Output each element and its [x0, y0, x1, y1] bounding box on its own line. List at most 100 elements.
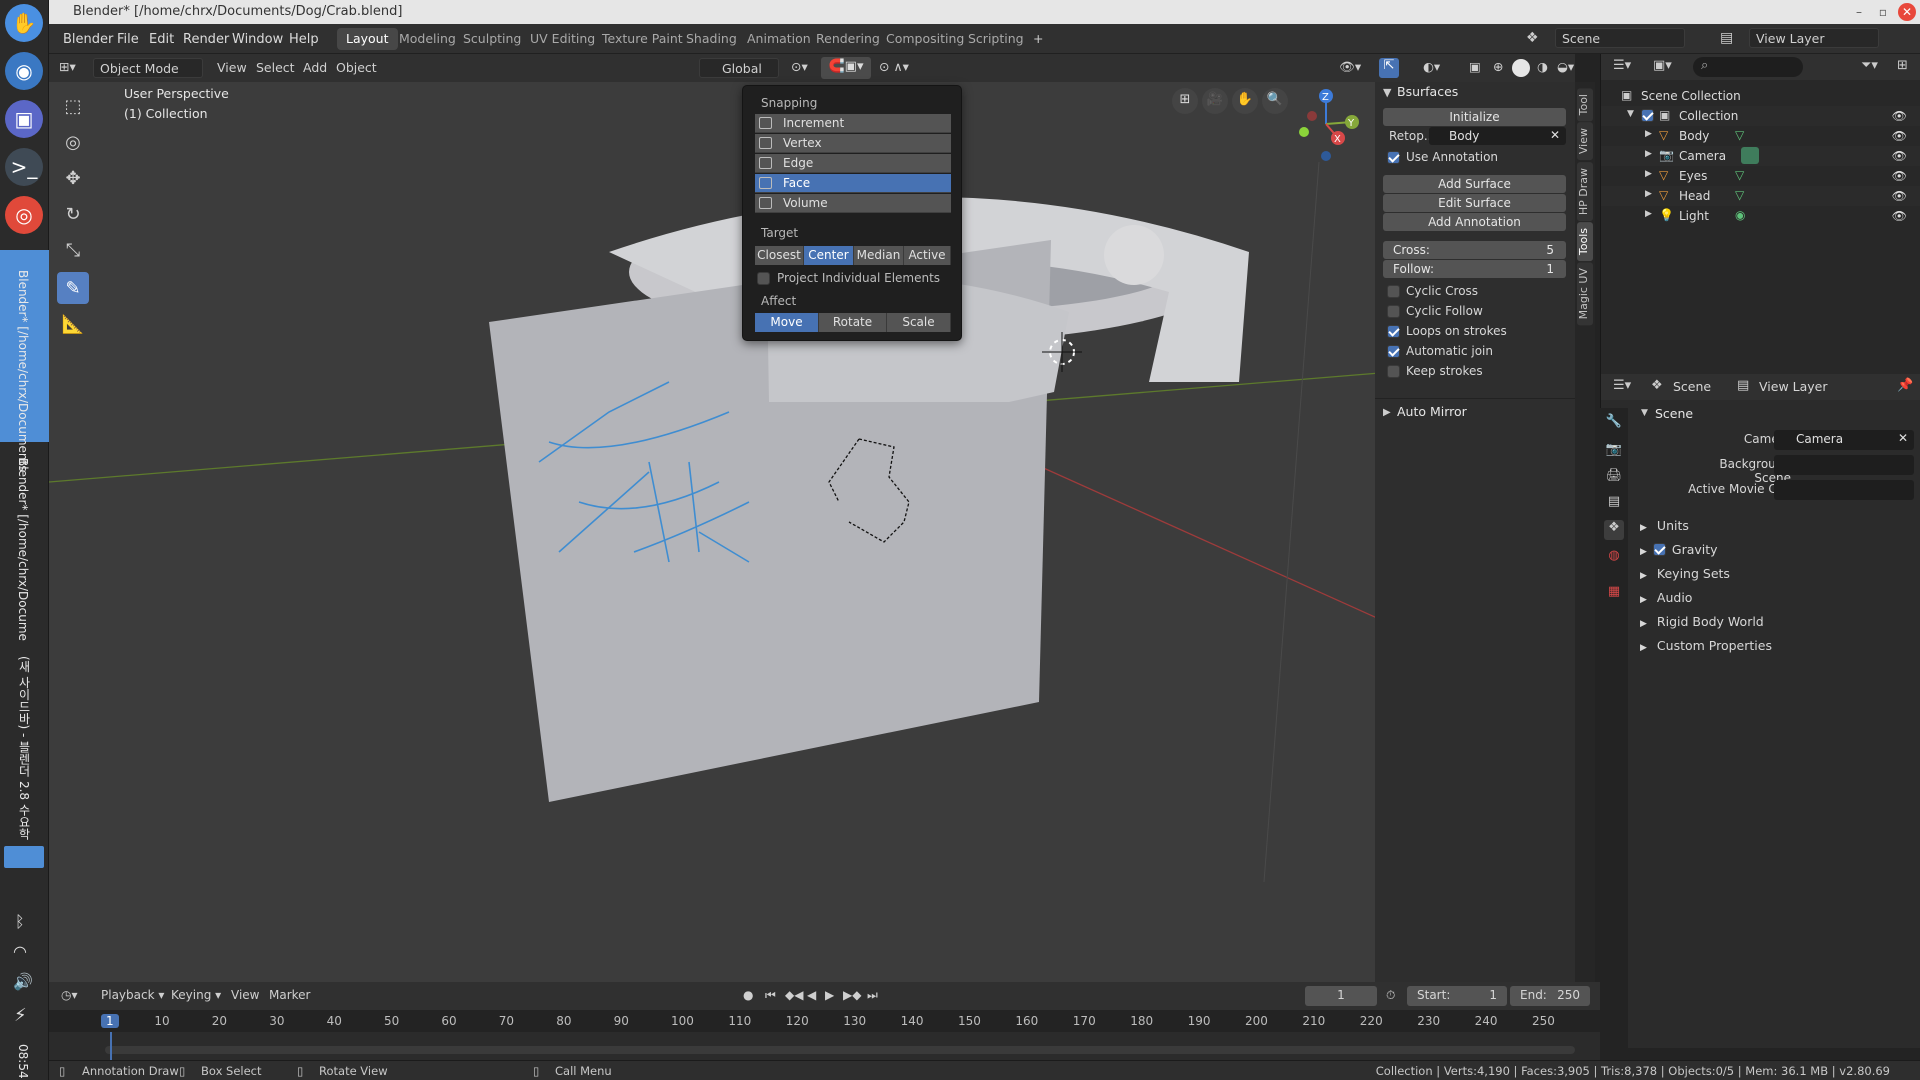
pan-hand-icon[interactable]: ✋	[1232, 88, 1258, 114]
output-tab-icon[interactable]: 🖨	[1604, 468, 1624, 488]
collection-exclude-checkbox[interactable]	[1641, 109, 1654, 122]
auto-mirror-header[interactable]: Auto Mirror	[1397, 404, 1467, 419]
tab-view[interactable]: View	[1577, 122, 1593, 161]
cyclic-cross-checkbox[interactable]	[1387, 285, 1400, 298]
new-collection-icon[interactable]: ⊞	[1897, 58, 1908, 73]
expand-arrow-icon[interactable]: ▶	[1645, 189, 1652, 199]
target-closest[interactable]: Closest	[755, 246, 804, 265]
edit-surface-button[interactable]: Edit Surface	[1383, 194, 1566, 212]
menu-file[interactable]: File	[117, 32, 139, 47]
menu-add[interactable]: Add	[303, 60, 327, 75]
audio-subpanel[interactable]: ▶ Audio	[1640, 590, 1692, 605]
navigation-gizmo[interactable]: Z Y X	[1286, 84, 1366, 168]
target-median[interactable]: Median	[854, 246, 904, 265]
tab-uv-editing[interactable]: UV Editing	[521, 28, 604, 50]
files-app-icon[interactable]: ▣	[5, 100, 43, 138]
transform-orientation-selector[interactable]: Global	[699, 58, 779, 78]
menu-blender[interactable]: Blender	[63, 32, 113, 47]
add-workspace-icon[interactable]: +	[1024, 28, 1052, 50]
tab-shading[interactable]: Shading	[677, 28, 746, 50]
active-movie-clip-field[interactable]	[1774, 480, 1914, 500]
scale-icon[interactable]: ⤡	[57, 234, 89, 266]
taskbar-window-blender[interactable]: Blender* [/home/chrx/Docume	[0, 450, 49, 641]
pivot-point-icon[interactable]: ⊙▾	[791, 59, 808, 74]
record-icon[interactable]: ●	[743, 988, 753, 1002]
xray-icon[interactable]: ▣	[1469, 59, 1481, 74]
render-tab-icon[interactable]: 📷	[1604, 442, 1624, 462]
eye-icon[interactable]: 👁	[1892, 149, 1907, 163]
retopo-object-field[interactable]: Body ✕	[1429, 127, 1566, 145]
target-active[interactable]: Active	[904, 246, 951, 265]
expand-arrow-icon[interactable]: ▶	[1645, 209, 1652, 219]
eye-icon[interactable]: 👁	[1892, 209, 1907, 223]
add-annotation-button[interactable]: Add Annotation	[1383, 213, 1566, 231]
maximize-icon[interactable]: ▫	[1874, 3, 1892, 21]
close-icon[interactable]: ✕	[1898, 3, 1916, 21]
scene-selector[interactable]: Scene	[1555, 28, 1685, 48]
clear-icon[interactable]: ✕	[1550, 128, 1560, 142]
battery-icon[interactable]: ⚡	[14, 1005, 27, 1026]
rotate-icon[interactable]: ↻	[57, 198, 89, 230]
keep-strokes-checkbox[interactable]	[1387, 365, 1400, 378]
menu-help[interactable]: Help	[289, 32, 319, 47]
play-icon[interactable]: ▶	[825, 988, 834, 1002]
outliner-scene-collection[interactable]: ▣ Scene Collection	[1601, 86, 1920, 106]
automatic-join-checkbox[interactable]	[1387, 345, 1400, 358]
bluetooth-icon[interactable]: ᛒ	[15, 912, 25, 931]
view-layer-icon[interactable]: ▤	[1720, 30, 1733, 46]
tab-layout[interactable]: Layout	[337, 28, 398, 50]
gravity-checkbox[interactable]	[1652, 543, 1666, 556]
camera-field[interactable]: Camera ✕	[1774, 430, 1914, 450]
snap-toggle-icon[interactable]: 🧲▣▾	[821, 57, 871, 79]
shading-material-icon[interactable]: ◑	[1537, 59, 1548, 74]
prev-keyframe-icon[interactable]: ◆◀	[785, 988, 803, 1002]
pin-icon[interactable]: 📌	[1897, 378, 1913, 393]
annotate-icon[interactable]: ✎	[57, 272, 89, 304]
outliner-item-head[interactable]: ▶ ▽ Head ▽ 👁	[1601, 186, 1920, 206]
outliner-item-eyes[interactable]: ▶ ▽ Eyes ▽ 👁	[1601, 166, 1920, 186]
camera-view-icon[interactable]: 🎥	[1202, 88, 1228, 114]
expand-arrow-icon[interactable]: ▶	[1645, 169, 1652, 179]
scene-section-header[interactable]: Scene	[1655, 406, 1693, 421]
use-annotation-checkbox[interactable]	[1387, 151, 1400, 164]
collapse-arrow-icon[interactable]: ▼	[1641, 408, 1648, 418]
next-keyframe-icon[interactable]: ▶◆	[843, 988, 861, 1002]
menu-select[interactable]: Select	[256, 60, 295, 75]
outliner-item-light[interactable]: ▶ 💡 Light ◉ 👁	[1601, 206, 1920, 226]
eye-icon[interactable]: 👁	[1892, 109, 1907, 123]
marker-menu[interactable]: Marker	[269, 988, 310, 1002]
visibility-icon[interactable]: 👁▾	[1339, 59, 1361, 75]
outliner-editor-icon[interactable]: ☰▾	[1613, 58, 1631, 73]
grid-view-icon[interactable]: ⊞	[1172, 88, 1198, 114]
eye-icon[interactable]: 👁	[1892, 129, 1907, 143]
timeline[interactable]: 1 10 20 30 40 50 60 70 80 90 100 110 120 130 140 150 160…	[49, 1010, 1600, 1062]
minimize-icon[interactable]: –	[1850, 3, 1868, 21]
rigid-body-world-subpanel[interactable]: ▶ Rigid Body World	[1640, 614, 1764, 629]
snap-face[interactable]: Face	[755, 174, 951, 193]
affect-rotate[interactable]: Rotate	[819, 313, 887, 332]
custom-properties-subpanel[interactable]: ▶ Custom Properties	[1640, 638, 1772, 653]
measure-icon[interactable]: 📐	[57, 308, 89, 340]
keying-sets-subpanel[interactable]: ▶ Keying Sets	[1640, 566, 1730, 581]
target-center[interactable]: Center	[804, 246, 854, 265]
wifi-icon[interactable]: ◠	[13, 942, 27, 961]
play-reverse-icon[interactable]: ◀	[807, 988, 816, 1002]
cyclic-follow-checkbox[interactable]	[1387, 305, 1400, 318]
scene-icon[interactable]: ❖	[1526, 30, 1539, 46]
filter-icon[interactable]: ⏷▾	[1861, 58, 1878, 73]
select-box-icon[interactable]: ⬚	[57, 90, 89, 122]
outliner-item-camera[interactable]: ▶ 📷 Camera 👁	[1601, 146, 1920, 166]
world-tab-icon[interactable]: ◍	[1604, 548, 1624, 568]
timeline-scrollbar[interactable]	[105, 1046, 1575, 1054]
outliner-collection[interactable]: ▼ ▣ Collection 👁	[1601, 106, 1920, 126]
menu-edit[interactable]: Edit	[149, 32, 174, 47]
tab-tool[interactable]: Tool	[1577, 88, 1593, 122]
shading-rendered-icon[interactable]: ◒▾	[1557, 59, 1574, 74]
clear-icon[interactable]: ✕	[1898, 431, 1908, 445]
cursor-icon[interactable]: ◎	[57, 126, 89, 158]
playback-menu[interactable]: Playback ▾	[101, 988, 164, 1002]
view-layer-tab-icon[interactable]: ▤	[1604, 494, 1624, 514]
properties-view-layer-name[interactable]: View Layer	[1759, 379, 1828, 394]
tab-hp-draw[interactable]: HP Draw	[1577, 162, 1593, 222]
menu-render[interactable]: Render	[183, 32, 229, 47]
